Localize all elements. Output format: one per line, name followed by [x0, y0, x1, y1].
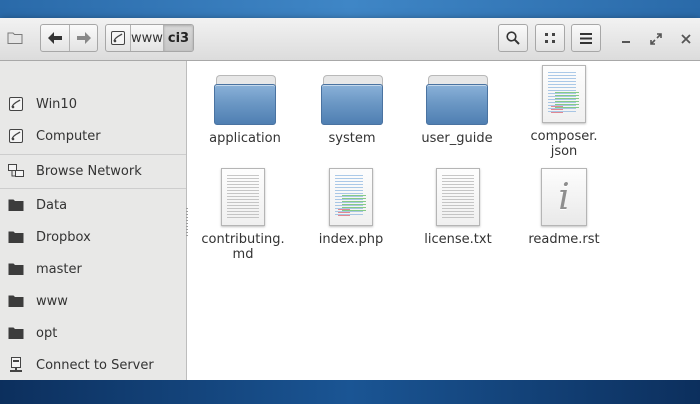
folder-icon	[8, 325, 24, 341]
file-item-application[interactable]: application	[195, 71, 295, 146]
back-button[interactable]	[41, 25, 69, 51]
sidebar-item-label: master	[36, 261, 82, 277]
header-bar: www ci3	[0, 18, 700, 61]
folder-icon	[214, 75, 276, 125]
file-item-system[interactable]: system	[302, 71, 402, 146]
maximize-button[interactable]	[647, 30, 665, 48]
menu-button[interactable]	[571, 24, 601, 52]
sidebar-item-label: www	[36, 293, 68, 309]
sidebar-item-opt[interactable]: opt	[0, 317, 186, 349]
sidebar-item-label: Win10	[36, 96, 77, 112]
server-icon	[8, 357, 24, 373]
sidebar-item-master[interactable]: master	[0, 253, 186, 285]
folder-icon	[8, 197, 24, 213]
file-name: index.php	[318, 232, 384, 247]
file-name: contributing. md	[201, 232, 285, 262]
code-file-icon	[329, 168, 373, 226]
file-item-readme-rst[interactable]: i readme.rst	[514, 168, 614, 247]
arrow-right-icon	[76, 32, 91, 44]
file-name: composer. json	[530, 129, 598, 159]
file-name: user_guide	[421, 131, 493, 146]
maximize-icon	[650, 33, 662, 45]
sidebar: Win10 Computer Browse Network Data Dropb…	[0, 61, 187, 380]
sidebar-item-browse-network[interactable]: Browse Network	[0, 155, 186, 187]
file-item-contributing-md[interactable]: contributing. md	[193, 168, 293, 262]
text-file-icon	[221, 168, 265, 226]
drive-icon	[8, 96, 24, 112]
file-view: application system user_guide composer. …	[188, 61, 700, 380]
breadcrumb-root[interactable]	[106, 25, 130, 51]
sidebar-item-label: Dropbox	[36, 229, 91, 245]
file-item-license-txt[interactable]: license.txt	[408, 168, 508, 247]
desktop-top-panel	[0, 0, 700, 18]
file-manager-window: www ci3 Win10 Computer Browse Network Da…	[0, 18, 700, 380]
arrow-left-icon	[48, 32, 62, 44]
info-icon: i	[541, 168, 587, 226]
sidebar-item-dropbox[interactable]: Dropbox	[0, 221, 186, 253]
drive-icon	[111, 31, 125, 45]
hamburger-icon	[580, 32, 592, 44]
breadcrumb-ci3[interactable]: ci3	[163, 25, 193, 51]
text-file-icon	[436, 168, 480, 226]
search-icon	[506, 31, 520, 45]
folder-icon	[8, 261, 24, 277]
minimize-button[interactable]	[617, 30, 635, 48]
folder-icon	[426, 75, 488, 125]
sidebar-item-label: Computer	[36, 128, 101, 144]
file-item-composer-json[interactable]: composer. json	[514, 65, 614, 159]
sidebar-item-computer[interactable]: Computer	[0, 120, 186, 152]
file-item-index-php[interactable]: index.php	[301, 168, 401, 247]
code-file-icon	[542, 65, 586, 123]
file-item-user-guide[interactable]: user_guide	[407, 71, 507, 146]
sidebar-item-label: Connect to Server	[36, 357, 154, 373]
minimize-icon	[622, 41, 630, 43]
sidebar-item-label: Data	[36, 197, 68, 213]
network-icon	[8, 163, 24, 179]
folder-icon	[321, 75, 383, 125]
window-folder-icon	[7, 30, 23, 49]
sidebar-item-connect-to-server[interactable]: Connect to Server	[0, 349, 186, 381]
sidebar-item-label: opt	[36, 325, 58, 341]
forward-button[interactable]	[69, 25, 97, 51]
drive-icon	[8, 128, 24, 144]
file-name: system	[328, 131, 376, 146]
file-name: license.txt	[424, 232, 492, 247]
file-name: readme.rst	[528, 232, 600, 247]
sidebar-item-www[interactable]: www	[0, 285, 186, 317]
sidebar-item-label: Browse Network	[36, 163, 142, 179]
folder-icon	[8, 229, 24, 245]
desktop-bottom-panel	[0, 380, 700, 404]
sidebar-item-win10[interactable]: Win10	[0, 88, 186, 120]
search-button[interactable]	[498, 24, 528, 52]
folder-icon	[8, 293, 24, 309]
grid-icon	[545, 33, 555, 43]
breadcrumb-www[interactable]: www	[130, 25, 163, 51]
close-button[interactable]	[677, 30, 695, 48]
view-mode-button[interactable]	[535, 24, 565, 52]
file-name: application	[209, 131, 281, 146]
close-icon	[681, 34, 691, 44]
sidebar-item-data[interactable]: Data	[0, 189, 186, 221]
history-buttons	[40, 24, 98, 52]
breadcrumb: www ci3	[105, 24, 194, 52]
